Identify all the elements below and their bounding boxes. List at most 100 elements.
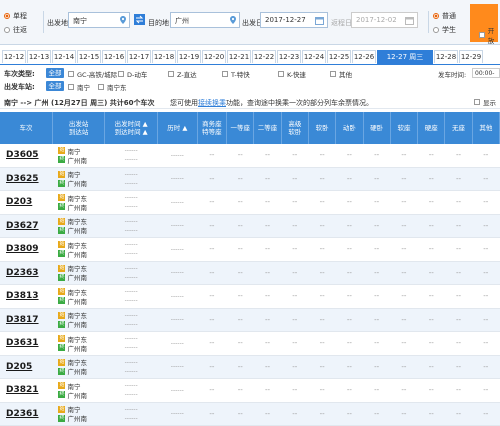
duration-cell: ------ — [157, 308, 198, 332]
radio-dot — [4, 13, 10, 19]
student-radio[interactable]: 学生 — [433, 25, 456, 35]
date-tab[interactable]: 12-27 周三 — [377, 50, 433, 64]
train-number-link[interactable]: D3627 — [6, 221, 39, 231]
seat-cell: -- — [253, 331, 282, 356]
time-placeholder: ------ — [170, 316, 184, 324]
date-tab[interactable]: 12-22 — [252, 50, 276, 63]
return-date-input[interactable]: 2017-12-02 — [351, 12, 418, 28]
column-header: 商务座 特等座 — [197, 112, 228, 144]
time-placeholder: ------ — [124, 367, 138, 375]
date-tab[interactable]: 12-19 — [177, 50, 201, 63]
depart-date-value: 2017-12-27 — [265, 16, 306, 24]
seat-cell: -- — [226, 355, 254, 379]
date-tab[interactable]: 12-26 — [352, 50, 376, 63]
date-tab[interactable]: 12-13 — [27, 50, 51, 63]
to-input[interactable]: 广州 — [170, 12, 240, 28]
train-number-cell: D2361 — [0, 402, 53, 426]
seat-cell: -- — [444, 237, 473, 262]
station-checkbox-nanning[interactable]: 南宁 — [68, 82, 90, 92]
time-placeholder: ------ — [124, 344, 138, 352]
start-station-icon: 始 — [58, 147, 66, 155]
date-tab[interactable]: 12-12 — [2, 50, 26, 63]
all-types-button[interactable]: 全部 — [46, 68, 64, 78]
date-tab[interactable]: 12-15 — [77, 50, 101, 63]
train-number-link[interactable]: D3813 — [6, 291, 39, 301]
train-number-link[interactable]: D205 — [6, 362, 32, 372]
date-tab[interactable]: 12-24 — [302, 50, 326, 63]
seat-cell: -- — [226, 378, 254, 403]
time-cell: ------ ------ — [104, 308, 158, 332]
column-header[interactable]: 历时 ▲ — [157, 112, 198, 144]
train-type-label: 其他 — [339, 71, 352, 79]
column-header[interactable]: 出发站 到达站 — [52, 112, 106, 144]
seat-cell: -- — [226, 308, 254, 332]
seat-cell: -- — [197, 331, 227, 356]
table-row: D3809 始南宁东终广州南 ------ ------ ------ -- -- -- -- -… — [0, 237, 500, 262]
seat-cell: -- — [417, 402, 445, 426]
depart-date-input[interactable]: 2017-12-27 — [260, 12, 328, 28]
train-number-link[interactable]: D3821 — [6, 385, 39, 395]
train-type-checkbox[interactable]: Z-直达 — [168, 69, 197, 79]
train-type-checkbox[interactable]: D-动车 — [118, 69, 147, 79]
train-number-link[interactable]: D3605 — [6, 150, 39, 160]
seat-cell: -- — [417, 284, 445, 309]
end-station: 终广州南 — [58, 226, 104, 235]
time-placeholder: ------ — [124, 297, 138, 305]
end-station-icon: 终 — [58, 320, 66, 328]
train-type-checkbox[interactable]: GC-高铁/城际 — [68, 69, 117, 79]
date-tab[interactable]: 12-29 — [459, 50, 483, 63]
end-station: 终广州南 — [58, 320, 104, 329]
time-placeholder: ------ — [170, 175, 184, 183]
seat-cell: -- — [253, 378, 282, 403]
date-tab[interactable]: 12-16 — [102, 50, 126, 63]
one-way-radio[interactable]: 单程 — [4, 11, 27, 21]
train-type-label: D-动车 — [127, 71, 148, 79]
transfer-link[interactable]: 接续换乘 — [198, 99, 226, 107]
train-number-link[interactable]: D3625 — [6, 174, 39, 184]
station-name: 广州南 — [67, 227, 87, 236]
column-header[interactable]: 出发时间 ▲ 到达时间 ▲ — [104, 112, 158, 144]
seat-cell: -- — [444, 308, 473, 332]
train-type-checkbox[interactable]: K-快速 — [278, 69, 306, 79]
seat-cell: -- — [308, 237, 336, 262]
train-number-link[interactable]: D3809 — [6, 244, 39, 254]
date-tab[interactable]: 12-14 — [52, 50, 76, 63]
from-input[interactable]: 南宁 — [68, 12, 130, 28]
train-number-link[interactable]: D2363 — [6, 268, 39, 278]
seat-cell: -- — [308, 167, 336, 191]
time-placeholder: ------ — [124, 414, 138, 422]
end-station: 终广州南 — [58, 273, 104, 282]
train-type-checkbox[interactable]: T-特快 — [222, 69, 250, 79]
seat-cell: -- — [308, 190, 336, 215]
train-number-link[interactable]: D3817 — [6, 315, 39, 325]
seat-cell: -- — [308, 261, 336, 285]
date-tab[interactable]: 12-23 — [277, 50, 301, 63]
hint-suffix: 功能，查询途中换乘一次的部分列车余票情况。 — [226, 99, 373, 107]
seat-cell: -- — [335, 355, 364, 379]
seat-cell: -- — [253, 167, 282, 191]
time-placeholder: ------ — [170, 363, 184, 371]
train-number-link[interactable]: D2361 — [6, 409, 39, 419]
train-type-title: 车次类型: — [4, 70, 35, 78]
adult-radio[interactable]: 普通 — [433, 11, 456, 21]
start-station-icon: 始 — [58, 264, 66, 272]
train-type-checkbox[interactable]: 其他 — [330, 69, 352, 79]
show-all-checkbox[interactable]: 显示 — [474, 97, 496, 107]
date-tab[interactable]: 12-17 — [127, 50, 151, 63]
all-stations-button[interactable]: 全部 — [46, 81, 64, 91]
station-checkbox-nanningdong[interactable]: 南宁东 — [98, 82, 127, 92]
date-tab[interactable]: 12-28 — [434, 50, 458, 63]
depart-time-select[interactable]: 00:00--2 — [472, 68, 500, 78]
date-tab[interactable]: 12-21 — [227, 50, 251, 63]
date-tab[interactable]: 12-25 — [327, 50, 351, 63]
swap-icon[interactable] — [134, 14, 145, 25]
round-trip-radio[interactable]: 往返 — [4, 25, 27, 35]
date-tab[interactable]: 12-20 — [202, 50, 226, 63]
date-tab[interactable]: 12-18 — [152, 50, 176, 63]
open-checkbox[interactable]: 开放 — [479, 25, 500, 45]
train-number-link[interactable]: D203 — [6, 197, 32, 207]
train-number-link[interactable]: D3631 — [6, 338, 39, 348]
seat-cell: -- — [472, 261, 500, 285]
time-placeholder: ------ — [170, 292, 184, 300]
station-name: 广州南 — [67, 274, 87, 283]
